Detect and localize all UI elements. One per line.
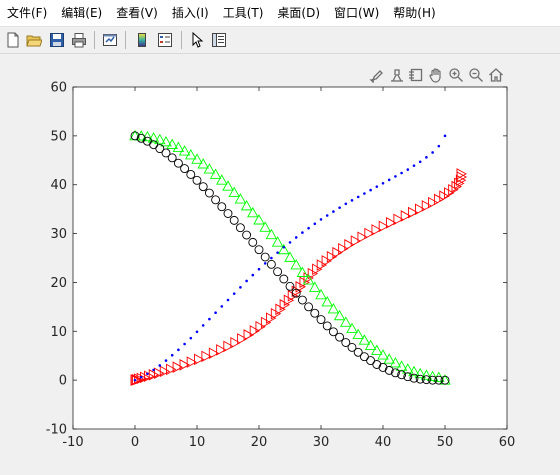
link-plot-icon: [103, 34, 117, 46]
menu-window[interactable]: 窗口(W): [327, 0, 386, 26]
menu-help[interactable]: 帮助(H): [386, 0, 442, 26]
menu-file[interactable]: 文件(F): [0, 0, 54, 26]
new-figure-button[interactable]: [2, 29, 24, 51]
property-inspector-icon: [212, 33, 226, 47]
pointer-button[interactable]: [186, 29, 208, 51]
axes-toolbar: [368, 66, 508, 86]
data-cursor-button[interactable]: [388, 66, 406, 84]
zoom-in-button[interactable]: [447, 66, 465, 84]
menu-bar: 文件(F) 编辑(E) 查看(V) 插入(I) 工具(T) 桌面(D) 窗口(W…: [0, 0, 560, 27]
data-cursor-icon: [391, 69, 403, 82]
pan-button[interactable]: [427, 66, 445, 84]
open-button[interactable]: [23, 29, 45, 51]
menu-insert[interactable]: 插入(I): [165, 0, 216, 26]
toolbar-separator: [181, 31, 182, 49]
menu-desktop[interactable]: 桌面(D): [270, 0, 327, 26]
print-icon: [72, 33, 86, 48]
colorbar-button[interactable]: [131, 29, 153, 51]
edit-plot-button[interactable]: [407, 66, 425, 84]
zoom-in-icon: [449, 68, 463, 82]
menu-tools[interactable]: 工具(T): [216, 0, 271, 26]
brush-icon: [369, 70, 383, 83]
edit-plot-icon: [409, 68, 423, 82]
pan-hand-icon: [429, 68, 441, 83]
zoom-out-button[interactable]: [467, 66, 485, 84]
new-figure-icon: [7, 32, 19, 48]
figure-toolbar: [0, 27, 560, 54]
brush-button[interactable]: [368, 66, 386, 84]
home-icon: [489, 68, 503, 82]
toolbar-separator: [125, 31, 126, 49]
save-icon: [50, 33, 64, 47]
save-button[interactable]: [46, 29, 68, 51]
open-folder-icon: [26, 35, 42, 47]
property-inspector-button[interactable]: [208, 29, 230, 51]
home-button[interactable]: [487, 66, 505, 84]
menu-edit[interactable]: 编辑(E): [54, 0, 109, 26]
legend-button[interactable]: [154, 29, 176, 51]
menu-view[interactable]: 查看(V): [109, 0, 165, 26]
colorbar-icon: [138, 33, 146, 47]
legend-icon: [158, 33, 172, 47]
pointer-icon: [192, 32, 204, 48]
figure-canvas: [0, 54, 560, 475]
zoom-out-icon: [469, 68, 483, 82]
print-button[interactable]: [68, 29, 90, 51]
link-plot-button[interactable]: [99, 29, 121, 51]
toolbar-separator: [94, 31, 95, 49]
